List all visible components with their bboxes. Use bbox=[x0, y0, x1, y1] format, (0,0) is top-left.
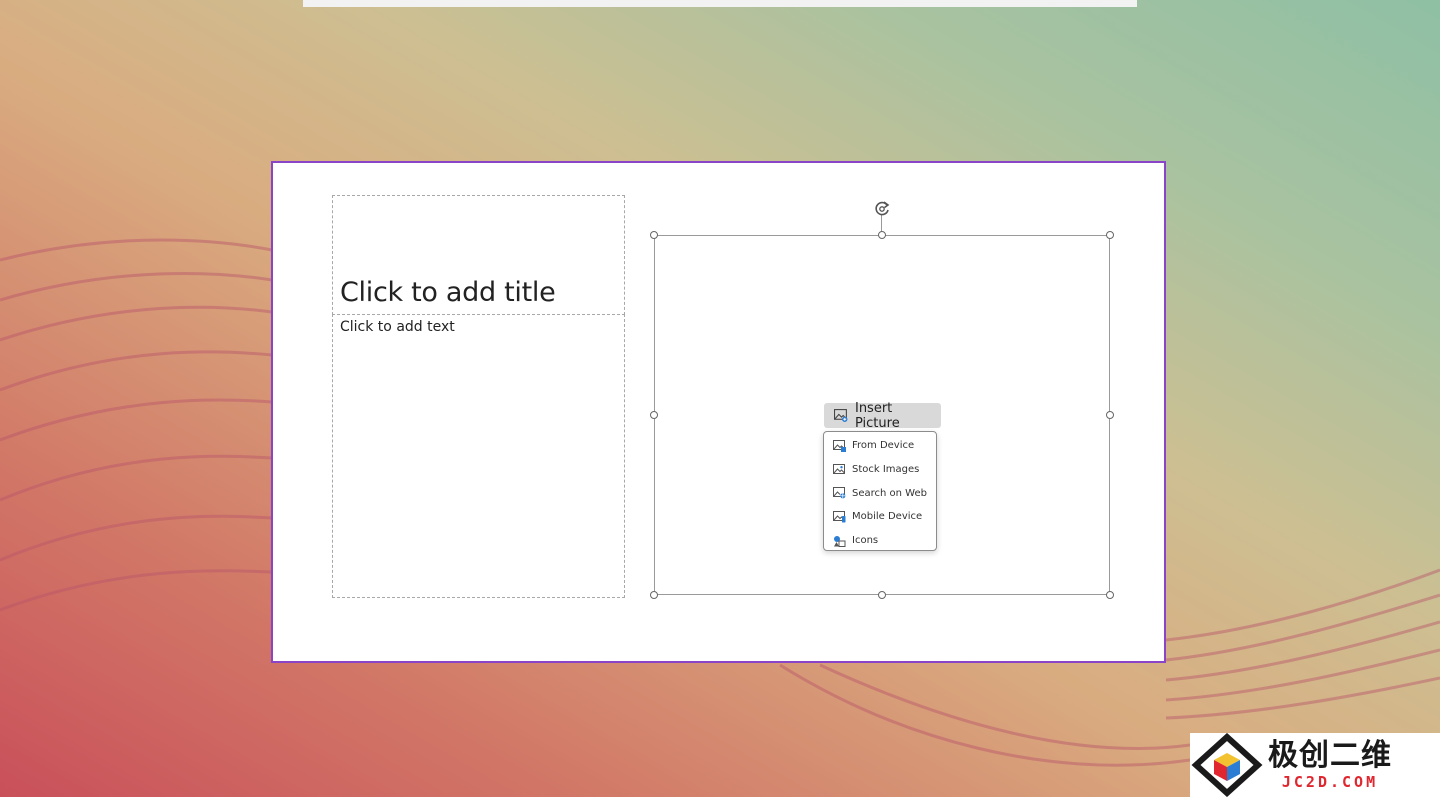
menu-item-stock-images[interactable]: Stock Images bbox=[824, 458, 936, 482]
mobile-device-icon bbox=[833, 510, 846, 523]
slide-canvas[interactable]: Click to add title Click to add text Ins… bbox=[271, 161, 1166, 663]
menu-item-from-device[interactable]: From Device bbox=[824, 434, 936, 458]
resize-handle-bottom-right[interactable] bbox=[1106, 591, 1114, 599]
resize-handle-middle-left[interactable] bbox=[650, 411, 658, 419]
text-placeholder[interactable]: Click to add text bbox=[332, 314, 625, 598]
text-placeholder-text: Click to add text bbox=[340, 319, 455, 335]
insert-picture-icon bbox=[834, 409, 848, 422]
resize-handle-top-right[interactable] bbox=[1106, 231, 1114, 239]
watermark-domain-text: JC2D.COM bbox=[1281, 773, 1379, 791]
rotate-handle-icon[interactable] bbox=[872, 199, 892, 219]
jc2d-logo-icon bbox=[1191, 733, 1263, 797]
stock-images-icon bbox=[833, 463, 845, 474]
menu-item-label: Mobile Device bbox=[852, 511, 923, 523]
resize-handle-bottom-left[interactable] bbox=[650, 591, 658, 599]
insert-picture-menu: From Device Stock Images Search on Web M… bbox=[823, 431, 937, 551]
menu-item-label: From Device bbox=[852, 440, 915, 452]
resize-handle-bottom-center[interactable] bbox=[878, 591, 886, 599]
watermark-chinese-text: 极创二维 bbox=[1268, 738, 1392, 773]
insert-picture-button[interactable]: Insert Picture bbox=[824, 400, 941, 431]
insert-picture-label: Insert Picture bbox=[854, 400, 900, 431]
title-placeholder[interactable]: Click to add title bbox=[332, 195, 625, 315]
menu-item-search-on-web[interactable]: Search on Web bbox=[824, 481, 936, 505]
from-device-icon bbox=[833, 439, 846, 452]
title-placeholder-text: Click to add title bbox=[340, 277, 556, 308]
resize-handle-top-center[interactable] bbox=[878, 231, 886, 239]
menu-item-label: Icons bbox=[852, 535, 879, 547]
top-toolbar-strip bbox=[303, 0, 1137, 7]
resize-handle-middle-right[interactable] bbox=[1106, 411, 1114, 419]
resize-handle-top-left[interactable] bbox=[650, 231, 658, 239]
menu-item-label: Search on Web bbox=[852, 487, 927, 499]
icons-icon bbox=[834, 535, 846, 547]
menu-item-label: Stock Images bbox=[852, 464, 920, 476]
menu-item-icons[interactable]: Icons bbox=[824, 529, 936, 553]
menu-item-mobile-device[interactable]: Mobile Device bbox=[824, 505, 936, 529]
search-on-web-icon bbox=[833, 487, 846, 499]
watermark-jc2d: 极创二维 JC2D.COM bbox=[1190, 733, 1440, 797]
